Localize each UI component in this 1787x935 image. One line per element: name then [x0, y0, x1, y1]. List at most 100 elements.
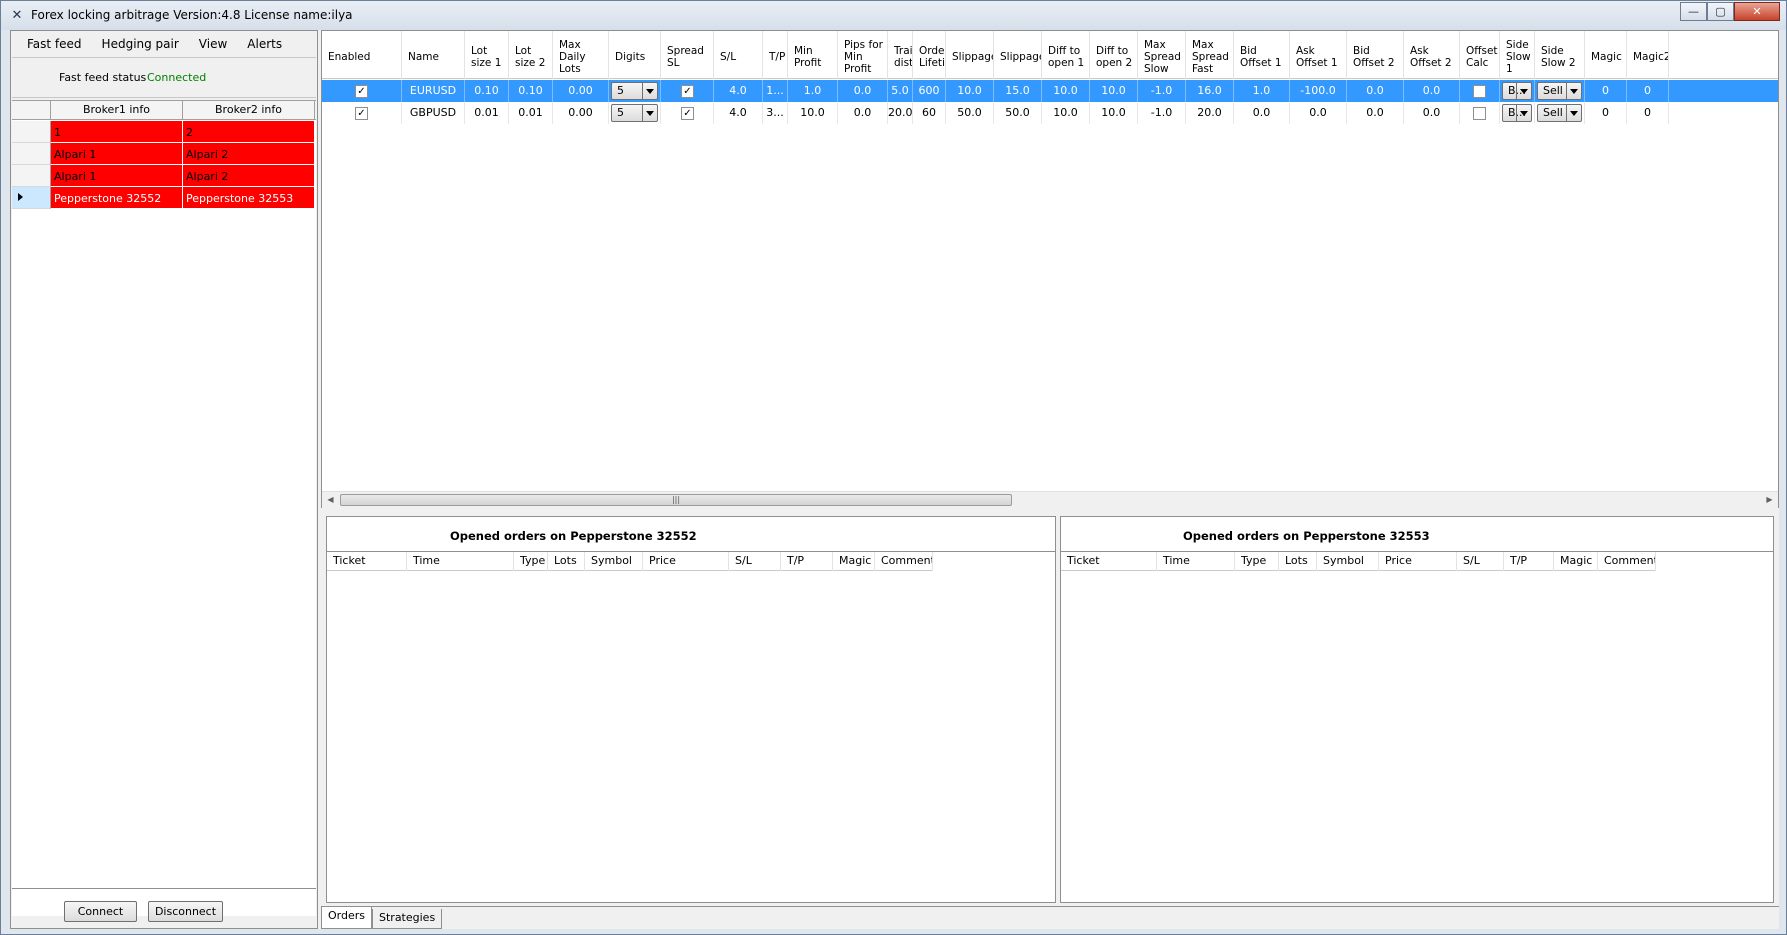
menu-alerts[interactable]: Alerts	[237, 37, 292, 51]
cell-bid-offset-1[interactable]: 0.0	[1234, 102, 1290, 124]
cell-pips-min-profit[interactable]: 0.0	[838, 80, 888, 102]
column-header-name[interactable]: Name	[402, 31, 465, 79]
orders-right-column-comment[interactable]: Comment	[1598, 552, 1656, 571]
orders-right-column-t-p[interactable]: T/P	[1504, 552, 1554, 571]
cell-magic[interactable]: 0	[1585, 102, 1627, 124]
cell-bid-offset-2[interactable]: 0.0	[1347, 80, 1404, 102]
cell-diff-open-2[interactable]: 10.0	[1090, 80, 1138, 102]
cell-lot-size-1[interactable]: 0.10	[465, 80, 509, 102]
column-header-max-daily-lots[interactable]: Max Daily Lots	[553, 31, 609, 79]
cell-slippage-1[interactable]: 10.0	[946, 80, 994, 102]
orders-left-column-s-l[interactable]: S/L	[729, 552, 781, 571]
column-header-sl[interactable]: S/L	[714, 31, 763, 79]
cell-enabled[interactable]: ✓	[322, 102, 402, 124]
cell-sl[interactable]: 4.0	[714, 80, 763, 102]
offset-calc-checkbox[interactable]	[1473, 85, 1486, 98]
cell-side-slow-1[interactable]: B...	[1500, 80, 1535, 102]
menu-hedging-pair[interactable]: Hedging pair	[92, 37, 189, 51]
column-header-lot-size-2[interactable]: Lot size 2	[509, 31, 553, 79]
strategy-row[interactable]: ✓ GBPUSD 0.01 0.01 0.00 5 ✓ 4.0 3... 10.0 0.0 20.0 6…	[322, 102, 1778, 124]
cell-min-profit[interactable]: 10.0	[788, 102, 838, 124]
minimize-button[interactable]: —	[1680, 2, 1707, 21]
broker1-cell[interactable]: Alpari 1	[51, 165, 183, 187]
cell-magic2[interactable]: 0	[1627, 102, 1669, 124]
cell-diff-open-1[interactable]: 10.0	[1042, 102, 1090, 124]
cell-max-daily-lots[interactable]: 0.00	[553, 102, 609, 124]
side-slow-2-combobox[interactable]: Sell	[1537, 104, 1582, 122]
scroll-right-icon[interactable]: ▶	[1762, 493, 1777, 507]
orders-left-column-lots[interactable]: Lots	[548, 552, 585, 571]
dropdown-arrow-icon[interactable]	[1516, 105, 1531, 121]
column-header-diff-open-2[interactable]: Diff to open 2	[1090, 31, 1138, 79]
cell-diff-open-2[interactable]: 10.0	[1090, 102, 1138, 124]
cell-bid-offset-2[interactable]: 0.0	[1347, 102, 1404, 124]
orders-right-column-type[interactable]: Type	[1235, 552, 1279, 571]
cell-slippage-2[interactable]: 50.0	[994, 102, 1042, 124]
cell-ask-offset-1[interactable]: -100.0	[1290, 80, 1347, 102]
column-header-slippage-1[interactable]: Slippage	[946, 31, 994, 79]
orders-left-column-t-p[interactable]: T/P	[781, 552, 833, 571]
scroll-left-icon[interactable]: ◀	[323, 493, 338, 507]
digits-combobox[interactable]: 5	[611, 82, 658, 100]
column-header-bid-offset-1[interactable]: Bid Offset 1	[1234, 31, 1290, 79]
offset-calc-checkbox[interactable]	[1473, 107, 1486, 120]
broker1-cell[interactable]: 1	[51, 121, 183, 143]
orders-right-column-time[interactable]: Time	[1157, 552, 1235, 571]
orders-left-column-magic[interactable]: Magic	[833, 552, 875, 571]
menu-fast-feed[interactable]: Fast feed	[17, 37, 92, 51]
digits-combobox[interactable]: 5	[611, 104, 658, 122]
dropdown-arrow-icon[interactable]	[1516, 83, 1531, 99]
spread-sl-checkbox[interactable]: ✓	[681, 107, 694, 120]
cell-pips-min-profit[interactable]: 0.0	[838, 102, 888, 124]
cell-max-spread-fast[interactable]: 20.0	[1186, 102, 1234, 124]
cell-tp[interactable]: 1...	[763, 80, 788, 102]
column-header-side-slow-1[interactable]: Side Slow 1	[1500, 31, 1535, 79]
tab-orders[interactable]: Orders	[321, 907, 372, 929]
close-button[interactable]: ✕	[1734, 2, 1780, 21]
row-header[interactable]	[12, 165, 51, 187]
column-header-ask-offset-2[interactable]: Ask Offset 2	[1404, 31, 1460, 79]
column-header-trail-distance[interactable]: Trail dista	[888, 31, 913, 79]
cell-tp[interactable]: 3...	[763, 102, 788, 124]
column-header-bid-offset-2[interactable]: Bid Offset 2	[1347, 31, 1404, 79]
orders-right-column-symbol[interactable]: Symbol	[1317, 552, 1379, 571]
cell-ask-offset-2[interactable]: 0.0	[1404, 102, 1460, 124]
cell-side-slow-1[interactable]: B...	[1500, 102, 1535, 124]
orders-right-column-price[interactable]: Price	[1379, 552, 1457, 571]
cell-sl[interactable]: 4.0	[714, 102, 763, 124]
cell-ask-offset-2[interactable]: 0.0	[1404, 80, 1460, 102]
column-header-side-slow-2[interactable]: Side Slow 2	[1535, 31, 1585, 79]
broker-row-current[interactable]: Pepperstone 32552 Pepperstone 32553	[12, 187, 316, 209]
cell-offset-calc[interactable]	[1460, 102, 1500, 124]
enabled-checkbox[interactable]: ✓	[355, 107, 368, 120]
column-header-spread-sl[interactable]: Spread SL	[661, 31, 714, 79]
column-header-magic[interactable]: Magic	[1585, 31, 1627, 79]
dropdown-arrow-icon[interactable]	[642, 83, 657, 99]
cell-side-slow-2[interactable]: Sell	[1535, 80, 1585, 102]
cell-enabled[interactable]: ✓	[322, 80, 402, 102]
broker2-cell[interactable]: Alpari 2	[183, 165, 315, 187]
column-header-diff-open-1[interactable]: Diff to open 1	[1042, 31, 1090, 79]
orders-left-column-comment[interactable]: Comment	[875, 552, 933, 571]
column-header-order-lifetime[interactable]: Order Lifetim	[913, 31, 946, 79]
row-header[interactable]	[12, 121, 51, 143]
orders-left-column-price[interactable]: Price	[643, 552, 729, 571]
column-header-tp[interactable]: T/P	[763, 31, 788, 79]
side-slow-1-combobox[interactable]: B...	[1502, 82, 1532, 100]
spread-sl-checkbox[interactable]: ✓	[681, 85, 694, 98]
cell-max-daily-lots[interactable]: 0.00	[553, 80, 609, 102]
column-header-lot-size-1[interactable]: Lot size 1	[465, 31, 509, 79]
tab-strategies[interactable]: Strategies	[372, 909, 443, 929]
column-header-min-profit[interactable]: Min Profit	[788, 31, 838, 79]
cell-lot-size-2[interactable]: 0.10	[509, 80, 553, 102]
cell-ask-offset-1[interactable]: 0.0	[1290, 102, 1347, 124]
cell-order-lifetime[interactable]: 60	[913, 102, 946, 124]
broker2-cell[interactable]: Pepperstone 32553	[183, 187, 315, 209]
side-slow-2-combobox[interactable]: Sell	[1537, 82, 1582, 100]
orders-right-column-magic[interactable]: Magic	[1554, 552, 1598, 571]
column-header-broker1[interactable]: Broker1 info	[51, 101, 183, 119]
orders-left-column-ticket[interactable]: Ticket	[327, 552, 407, 571]
title-bar[interactable]: ✕ Forex locking arbitrage Version:4.8 Li…	[1, 1, 1786, 30]
cell-trail-distance[interactable]: 20.0	[888, 102, 913, 124]
cell-spread-sl[interactable]: ✓	[661, 102, 714, 124]
